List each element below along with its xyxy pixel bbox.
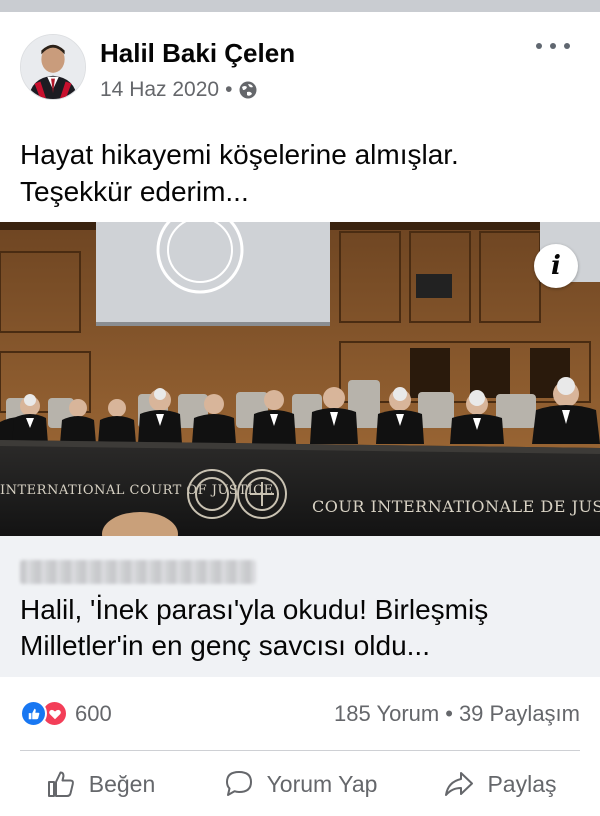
meta-separator: •: [225, 78, 233, 101]
post-stats: 600 185 Yorum • 39 Paylaşım: [0, 688, 600, 740]
feed-post: Halil Baki Çelen 14 Haz 2020 • Hayat hik…: [0, 12, 600, 816]
author-name[interactable]: Halil Baki Çelen: [100, 38, 295, 69]
thumbs-up-icon: [47, 771, 74, 797]
more-options-icon[interactable]: [536, 34, 570, 58]
like-button[interactable]: Beğen: [0, 752, 200, 816]
image-caption-right: COUR INTERNATIONALE DE JUSTICE: [312, 497, 600, 516]
comment-button[interactable]: Yorum Yap: [200, 752, 400, 816]
like-label: Beğen: [88, 770, 156, 797]
reaction-count: 600: [75, 700, 112, 726]
post-actions: Beğen Yorum Yap Paylaş: [0, 752, 600, 816]
comment-icon: [225, 771, 252, 796]
engagement-counts: 185 Yorum • 39 Paylaşım: [334, 701, 580, 727]
share-count[interactable]: 39 Paylaşım: [459, 701, 580, 727]
link-preview-meta[interactable]: Halil, 'İnek parası'yla okudu! Birleşmiş…: [0, 536, 600, 677]
post-date[interactable]: 14 Haz 2020: [100, 78, 219, 102]
globe-icon: [238, 80, 258, 100]
link-preview-image[interactable]: INTERNATIONAL COURT OF JUSTICE COUR INTE…: [0, 222, 600, 536]
divider: [20, 750, 580, 751]
post-meta: 14 Haz 2020 •: [100, 78, 258, 102]
avatar[interactable]: [20, 34, 86, 100]
link-title-line: Halil, 'İnek parası'yla okudu! Birleşmiş: [20, 594, 489, 625]
top-strip: [0, 0, 600, 12]
share-arrow-icon: [445, 772, 474, 796]
image-caption-left: INTERNATIONAL COURT OF JUSTICE: [0, 483, 274, 498]
post-text-line: Teşekkür ederim...: [20, 176, 249, 207]
counts-separator: •: [445, 701, 453, 726]
link-domain-blurred: [20, 560, 256, 584]
comment-label: Yorum Yap: [266, 770, 378, 797]
info-icon[interactable]: i: [534, 244, 578, 288]
link-title[interactable]: Halil, 'İnek parası'yla okudu! Birleşmiş…: [20, 592, 590, 664]
post-text-line: Hayat hikayemi köşelerine almışlar.: [20, 139, 459, 170]
post-text: Hayat hikayemi köşelerine almışlar. Teşe…: [20, 136, 580, 210]
link-title-line: Milletler'in en genç savcısı oldu...: [20, 630, 430, 661]
link-preview-card[interactable]: INTERNATIONAL COURT OF JUSTICE COUR INTE…: [0, 222, 600, 677]
post-header: Halil Baki Çelen 14 Haz 2020 •: [0, 12, 600, 112]
share-button[interactable]: Paylaş: [400, 752, 600, 816]
avatar-image: [21, 35, 85, 99]
share-label: Paylaş: [487, 770, 557, 797]
comment-count[interactable]: 185 Yorum: [334, 701, 439, 727]
like-reaction-icon: [20, 700, 47, 727]
reactions-summary[interactable]: 600: [20, 700, 112, 727]
